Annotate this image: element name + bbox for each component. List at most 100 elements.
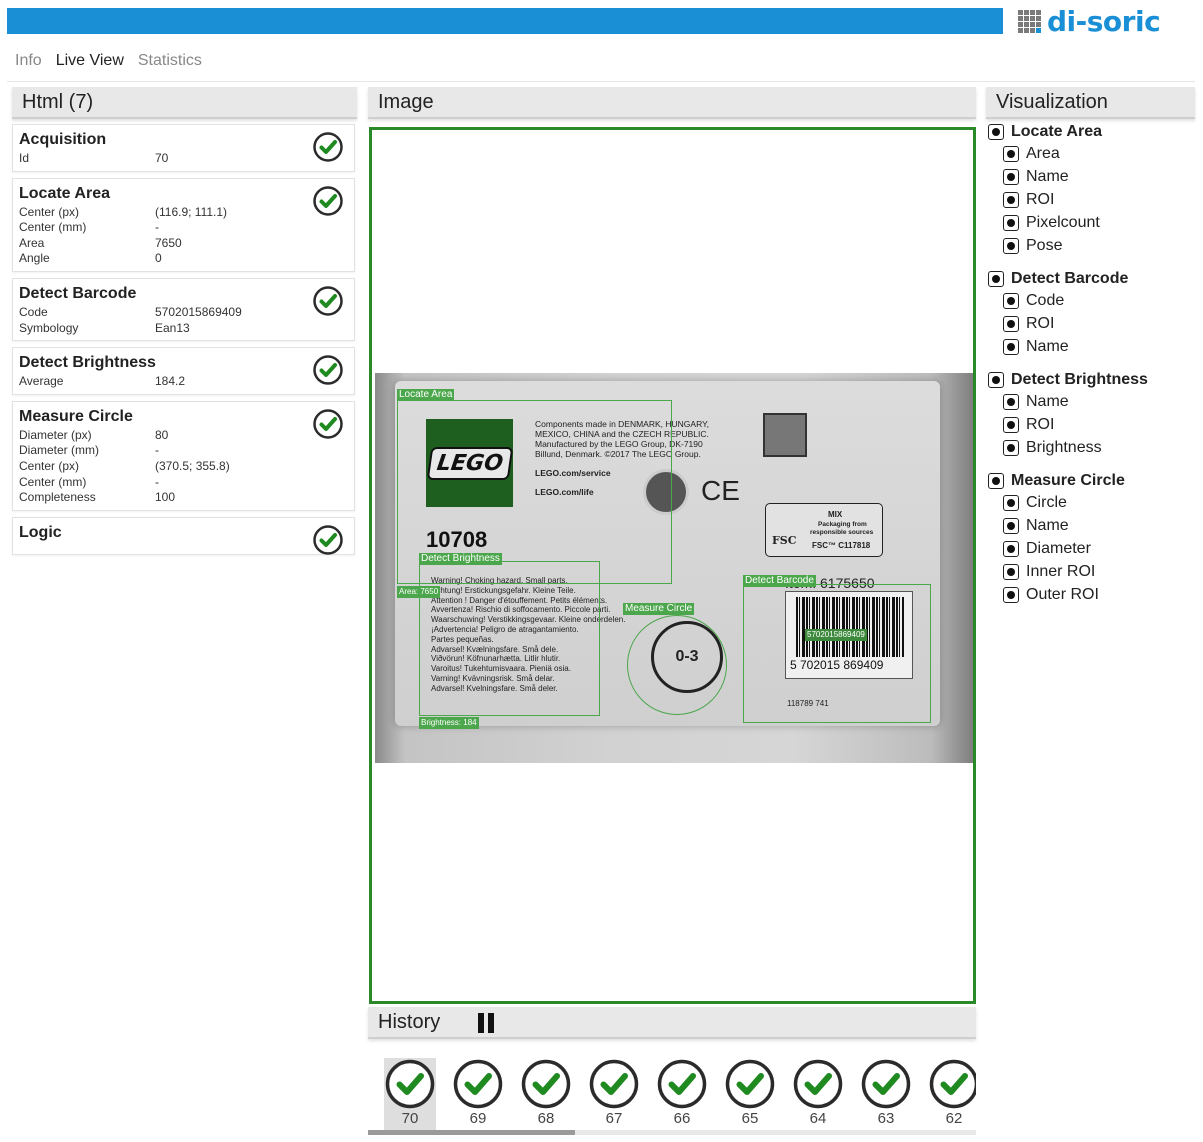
vis-option[interactable]: Pixelcount xyxy=(988,211,1198,234)
vis-option[interactable]: Brightness xyxy=(988,436,1198,459)
history-item[interactable]: 62 xyxy=(928,1058,976,1130)
checked-radio-icon[interactable] xyxy=(988,473,1004,489)
vis-option[interactable]: Name xyxy=(988,514,1198,537)
checked-radio-icon[interactable] xyxy=(1003,168,1019,185)
step-card[interactable]: Locate Area Center (px) (116.9; 111.1) Cent… xyxy=(12,177,355,272)
history-item[interactable]: 63 xyxy=(860,1058,912,1130)
fsc-title: MIX xyxy=(828,510,843,519)
history-scroll-thumb[interactable] xyxy=(368,1130,575,1135)
step-field-label: Code xyxy=(19,304,48,319)
history-panel-header: History xyxy=(368,1007,976,1039)
checked-radio-icon[interactable] xyxy=(1003,586,1019,603)
step-card[interactable]: Detect Brightness Average 184.2 xyxy=(12,347,355,395)
vis-option[interactable]: Diameter xyxy=(988,537,1198,560)
step-field-label: Id xyxy=(19,151,30,165)
tab-live-view[interactable]: Live View xyxy=(56,52,124,70)
nav-divider xyxy=(7,81,1195,82)
fsc-mark: FSC xyxy=(772,534,797,547)
history-item[interactable]: 70 xyxy=(384,1058,436,1130)
vis-option[interactable]: Outer ROI xyxy=(988,583,1198,606)
tab-statistics[interactable]: Statistics xyxy=(138,52,202,70)
step-row: Center (px) (370.5; 355.8) xyxy=(19,459,348,475)
check-circle-icon xyxy=(312,524,344,556)
checked-radio-icon[interactable] xyxy=(1003,338,1019,355)
vis-option[interactable]: Area xyxy=(988,142,1198,165)
step-field-label: Center (mm) xyxy=(19,474,87,489)
check-circle-icon xyxy=(312,408,344,440)
checked-radio-icon[interactable] xyxy=(1003,563,1019,580)
vis-group: Locate Area Area Name ROI Pixelcount Pose xyxy=(988,122,1198,257)
checked-radio-icon[interactable] xyxy=(1003,494,1019,511)
roi-measure-circle xyxy=(627,615,727,715)
vis-group-toggle[interactable]: Detect Brightness xyxy=(988,370,1198,390)
vis-group-toggle[interactable]: Locate Area xyxy=(988,122,1198,142)
vis-option[interactable]: Name xyxy=(988,390,1198,413)
vis-option-label: Area xyxy=(1026,144,1060,162)
checked-radio-icon[interactable] xyxy=(988,372,1004,388)
checked-radio-icon[interactable] xyxy=(1003,416,1019,433)
checked-radio-icon[interactable] xyxy=(988,124,1004,140)
step-field-label: Symbology xyxy=(19,320,79,335)
checked-radio-icon[interactable] xyxy=(1003,540,1019,557)
checked-radio-icon[interactable] xyxy=(1003,292,1019,309)
checked-radio-icon[interactable] xyxy=(1003,393,1019,410)
history-item[interactable]: 64 xyxy=(792,1058,844,1130)
history-item[interactable]: 67 xyxy=(588,1058,640,1130)
history-item[interactable]: 65 xyxy=(724,1058,776,1130)
fsc-label: FSC MIX Packaging from responsible sourc… xyxy=(765,503,883,557)
pause-icon[interactable] xyxy=(478,1013,495,1033)
vis-group: Detect Brightness Name ROI Brightness xyxy=(988,370,1198,459)
checked-radio-icon[interactable] xyxy=(1003,191,1019,208)
check-circle-icon xyxy=(312,185,344,217)
checked-radio-icon[interactable] xyxy=(988,271,1004,287)
image-viewer[interactable]: LEGO Components made in DENMARK, HUNGARY… xyxy=(369,127,976,1004)
vis-option[interactable]: Code xyxy=(988,289,1198,312)
step-title: Acquisition xyxy=(19,131,107,148)
step-row: Id 70 xyxy=(19,151,348,167)
roi-label-detect-barcode: Detect Barcode xyxy=(743,575,816,587)
vis-group-label: Detect Barcode xyxy=(1011,270,1129,287)
history-strip[interactable]: 70 69 68 67 66 65 64 63 62 xyxy=(368,1052,976,1130)
fsc-line2: responsible sources xyxy=(810,529,874,536)
roi-label-detect-brightness: Detect Brightness xyxy=(419,553,502,565)
visualization-list: Locate Area Area Name ROI Pixelcount Pose Dete… xyxy=(988,122,1198,618)
step-field-label: Center (mm) xyxy=(19,220,87,235)
step-field-value: 70 xyxy=(155,151,169,165)
step-card[interactable]: Acquisition Id 70 xyxy=(12,124,355,172)
checked-radio-icon[interactable] xyxy=(1003,315,1019,332)
roi-detect-barcode xyxy=(743,584,931,723)
check-circle-icon xyxy=(312,131,344,163)
step-row: Center (mm) - xyxy=(19,220,348,236)
history-item[interactable]: 69 xyxy=(452,1058,504,1130)
vis-option[interactable]: Inner ROI xyxy=(988,560,1198,583)
checked-radio-icon[interactable] xyxy=(1003,145,1019,162)
step-card[interactable]: Measure Circle Diameter (px) 80 Diameter (m… xyxy=(12,400,355,511)
vis-group-toggle[interactable]: Detect Barcode xyxy=(988,269,1198,289)
step-field-label: Completeness xyxy=(19,490,96,505)
checked-radio-icon[interactable] xyxy=(1003,237,1019,254)
vis-option[interactable]: Pose xyxy=(988,234,1198,257)
step-card[interactable]: Logic xyxy=(12,516,355,556)
tab-info[interactable]: Info xyxy=(15,52,42,70)
step-row: Completeness 100 xyxy=(19,490,348,506)
history-item[interactable]: 68 xyxy=(520,1058,572,1130)
history-item[interactable]: 66 xyxy=(656,1058,708,1130)
step-row: Symbology Ean13 xyxy=(19,321,348,337)
checked-radio-icon[interactable] xyxy=(1003,214,1019,231)
checked-radio-icon[interactable] xyxy=(1003,517,1019,534)
vis-group-toggle[interactable]: Measure Circle xyxy=(988,471,1198,491)
check-circle-icon xyxy=(312,354,344,386)
vis-option[interactable]: ROI xyxy=(988,413,1198,436)
step-field-label: Diameter (mm) xyxy=(19,443,99,458)
step-card[interactable]: Detect Barcode Code 5702015869409 Symbology… xyxy=(12,277,355,342)
checked-radio-icon[interactable] xyxy=(1003,439,1019,456)
logo-grid-icon xyxy=(1018,9,1041,33)
vis-option[interactable]: Circle xyxy=(988,491,1198,514)
vis-option-label: Code xyxy=(1026,291,1065,309)
vis-option[interactable]: Name xyxy=(988,165,1198,188)
vis-option[interactable]: ROI xyxy=(988,312,1198,335)
vis-option[interactable]: ROI xyxy=(988,188,1198,211)
history-scrollbar[interactable] xyxy=(368,1130,976,1135)
step-field-value: (370.5; 355.8) xyxy=(155,458,230,473)
vis-option[interactable]: Name xyxy=(988,335,1198,358)
